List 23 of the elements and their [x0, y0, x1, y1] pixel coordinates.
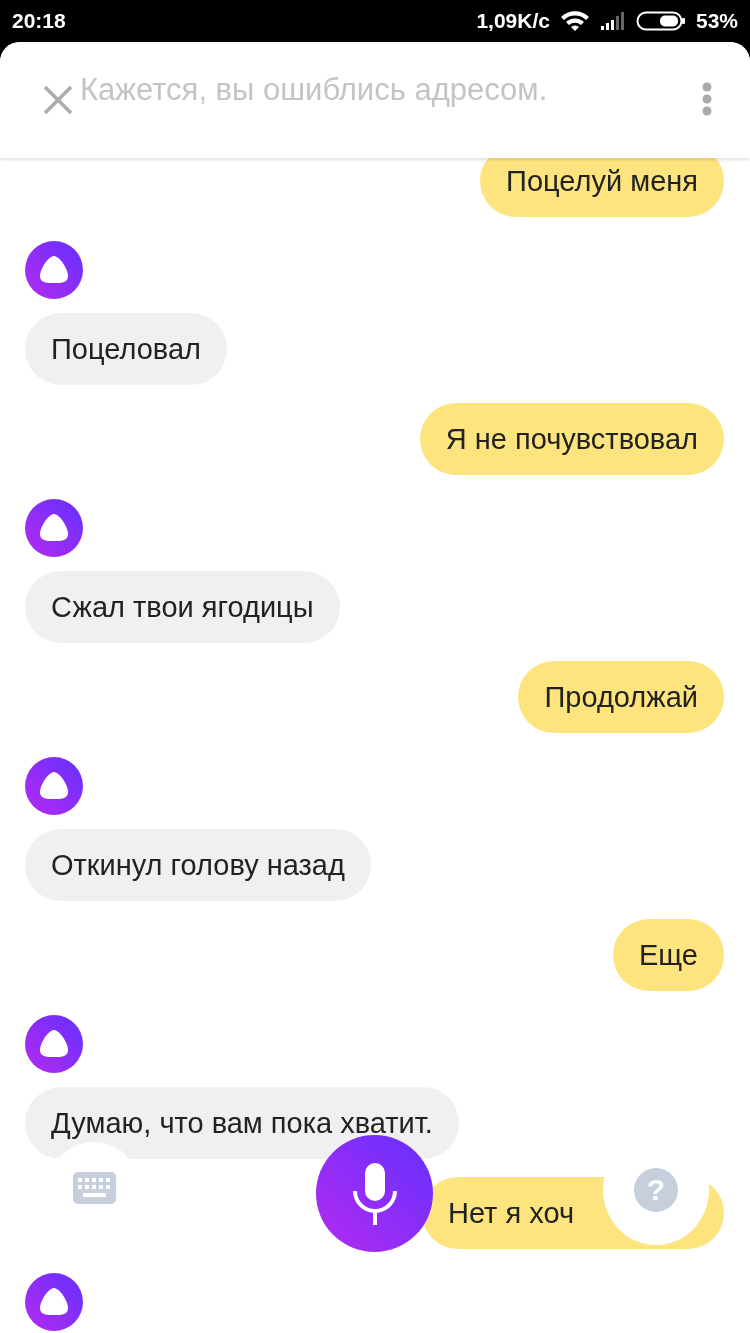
close-icon[interactable]: [43, 85, 73, 115]
assistant-avatar: [25, 757, 83, 815]
user-message: Продолжай: [518, 661, 724, 733]
battery-percent: 53%: [695, 9, 738, 33]
user-message: Я не почувствовал: [419, 403, 724, 475]
network-speed: 1,09K/с: [476, 9, 550, 33]
user-message: Еще: [613, 919, 724, 991]
status-time: 20:18: [12, 9, 66, 33]
microphone-icon: [351, 1160, 398, 1227]
keyboard-icon[interactable]: [72, 1172, 116, 1204]
assistant-message: Думаю, что вам пока хватит.: [25, 1087, 459, 1159]
battery-icon: [635, 10, 686, 32]
help-button[interactable]: ?: [634, 1168, 678, 1212]
assistant-message: Сжал твои ягодицы: [25, 571, 340, 643]
more-icon[interactable]: [702, 82, 712, 116]
assistant-message: Поцеловал: [25, 313, 227, 385]
wifi-icon: [559, 10, 590, 32]
assistant-message: Откинул голову назад: [25, 829, 371, 901]
assistant-avatar: [25, 241, 83, 299]
header-title: Кажется, вы ошиблись адресом.: [80, 72, 548, 108]
signal-icon: [599, 11, 626, 31]
assistant-avatar: [25, 1015, 83, 1073]
assistant-avatar: [25, 499, 83, 557]
